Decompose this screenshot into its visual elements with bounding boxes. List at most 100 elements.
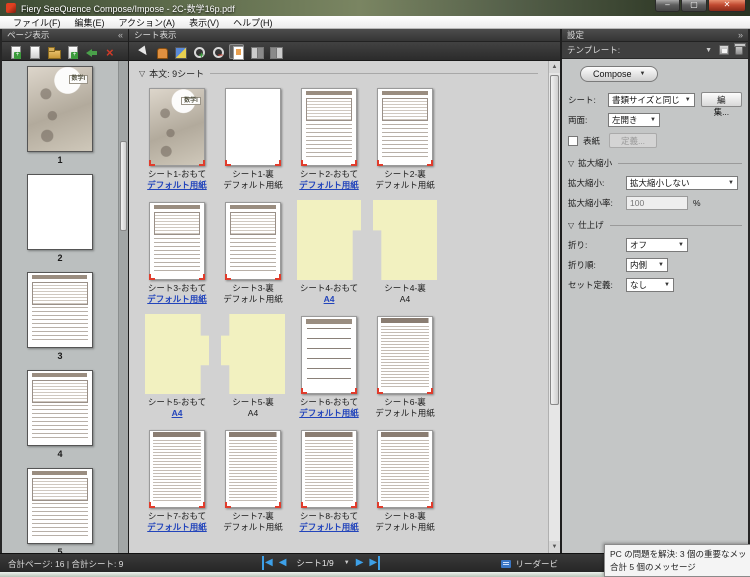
page-thumbnail[interactable] [27, 174, 93, 250]
save-template-icon[interactable] [719, 45, 729, 55]
menu-item[interactable]: アクション(A) [112, 16, 183, 29]
sheet-media-link[interactable]: A4 [324, 294, 335, 305]
sheet-thumbnail-area [291, 200, 367, 280]
sheet-thumbnail[interactable] [149, 430, 205, 508]
sheet-name-label: シート7-裏 [232, 511, 274, 522]
sheet-media-link[interactable]: デフォルト用紙 [299, 180, 359, 191]
sheet-thumbnail[interactable] [301, 316, 357, 394]
scale-select[interactable]: 拡大縮小しない ▼ [626, 176, 738, 190]
delete-page-icon[interactable] [102, 44, 117, 59]
close-button[interactable]: ✕ [708, 0, 746, 12]
page-list-item[interactable]: 5 [27, 468, 93, 553]
page-list-item[interactable]: 2 [27, 174, 93, 263]
page-list-item[interactable]: 3 [27, 272, 93, 361]
section-collapse-icon[interactable]: ▽ [139, 69, 145, 78]
sheet-thumbnail[interactable] [221, 314, 285, 394]
mode-select-button[interactable]: Compose ▼ [580, 66, 658, 82]
set-define-select[interactable]: なし ▼ [626, 278, 674, 292]
measure-tool-icon[interactable] [172, 44, 187, 59]
sheet-thumbnail[interactable] [377, 88, 433, 166]
sheet-media-link[interactable]: デフォルト用紙 [147, 294, 207, 305]
cover-checkbox[interactable] [568, 136, 578, 146]
bleed-corner-icon [149, 160, 155, 166]
app-icon [6, 3, 16, 13]
sheet-scrollbar-thumb[interactable] [550, 75, 559, 405]
zoom-in-tool-icon[interactable] [191, 44, 206, 59]
template-dropdown-icon[interactable]: ▼ [705, 47, 712, 54]
template-label: テンプレート: [567, 44, 620, 56]
fold-order-select[interactable]: 内側 ▼ [626, 258, 668, 272]
layout-front-icon[interactable] [248, 44, 263, 59]
sheet-media-link[interactable]: デフォルト用紙 [147, 522, 207, 533]
move-page-icon[interactable] [83, 44, 98, 59]
sheet-thumbnail[interactable]: 数学I [149, 88, 205, 166]
sheet-media-link[interactable]: デフォルト用紙 [299, 408, 359, 419]
sheet-thumbnail[interactable] [377, 430, 433, 508]
zoom-out-tool-icon[interactable] [210, 44, 225, 59]
sheet-size-select[interactable]: 書類サイズと同じ ▼ [608, 93, 695, 107]
sheet-thumbnail[interactable] [377, 316, 433, 394]
body-section-header[interactable]: ▽ 本文: 9シート [139, 66, 538, 80]
collapse-page-panel-button[interactable]: « [118, 29, 123, 41]
page-list-scrollbar[interactable] [118, 61, 128, 553]
sheet-media-link[interactable]: A4 [172, 408, 183, 419]
sheet-thumbnail[interactable] [145, 314, 209, 394]
bleed-corner-icon [199, 502, 205, 508]
scale-field-label: 拡大縮小: [568, 177, 626, 189]
first-sheet-button[interactable]: ◀ [262, 556, 273, 570]
finish-section-header[interactable]: ▽ 仕上げ [568, 219, 742, 231]
scroll-up-icon[interactable]: ▲ [549, 61, 560, 73]
sheet-thumbnail[interactable] [149, 202, 205, 280]
page-list-item[interactable]: 数学I1 [27, 66, 93, 165]
sheet-thumbnail[interactable] [301, 430, 357, 508]
sheet-thumbnail[interactable] [225, 202, 281, 280]
page-thumbnail[interactable]: 数学I [27, 66, 93, 152]
sheet-scrollbar[interactable]: ▲ ▼ [548, 61, 560, 553]
sheet-thumbnail[interactable] [225, 88, 281, 166]
section-collapse-icon[interactable]: ▽ [568, 159, 574, 168]
notification-popup[interactable]: PC の問題を解決: 3 個の重要なメッセージ 合計 5 個のメッセージ [604, 544, 750, 577]
page-content-view-icon[interactable] [229, 44, 244, 59]
sheet-thumbnail[interactable] [225, 430, 281, 508]
page-thumbnail[interactable] [27, 468, 93, 544]
page-thumbnail[interactable] [27, 272, 93, 348]
menu-item[interactable]: ヘルプ(H) [226, 16, 280, 29]
page-list-item[interactable]: 4 [27, 370, 93, 459]
select-tool-icon[interactable] [134, 44, 149, 59]
duplex-select[interactable]: 左開き ▼ [608, 113, 660, 127]
maximize-button[interactable]: ▢ [681, 0, 707, 12]
previous-sheet-button[interactable]: ◀ [279, 556, 287, 570]
reader-view-control[interactable]: リーダービ [501, 558, 558, 570]
sheet-thumbnail[interactable] [301, 88, 357, 166]
expand-settings-panel-button[interactable]: » [738, 29, 743, 41]
sheet-nav-dropdown-icon[interactable]: ▼ [344, 560, 350, 566]
page-thumbnail[interactable] [27, 370, 93, 446]
fold-order-field-label: 折り順: [568, 259, 626, 271]
minimize-button[interactable]: – [655, 0, 680, 12]
insert-page-icon[interactable] [7, 44, 22, 59]
next-sheet-button[interactable]: ▶ [356, 556, 364, 570]
scroll-down-icon[interactable]: ▼ [549, 541, 560, 553]
page-scrollbar-thumb[interactable] [120, 141, 127, 231]
scale-rate-label: 拡大縮小率: [568, 197, 626, 209]
layout-back-icon[interactable] [267, 44, 282, 59]
bleed-corner-icon [377, 388, 383, 394]
duplicate-page-icon[interactable] [26, 44, 41, 59]
sheet-media-link[interactable]: デフォルト用紙 [147, 180, 207, 191]
section-collapse-icon[interactable]: ▽ [568, 221, 574, 230]
menu-item[interactable]: 編集(E) [68, 16, 112, 29]
menu-item[interactable]: 表示(V) [182, 16, 226, 29]
delete-template-icon[interactable] [735, 45, 743, 55]
last-sheet-button[interactable]: ▶ [369, 556, 380, 570]
sheet-thumbnail[interactable] [297, 200, 361, 280]
scale-section-header[interactable]: ▽ 拡大縮小 [568, 157, 742, 169]
bleed-corner-icon [149, 274, 155, 280]
edit-sheet-button[interactable]: 編集... [701, 92, 742, 107]
pan-tool-icon[interactable] [153, 44, 168, 59]
replace-page-icon[interactable] [64, 44, 79, 59]
sheet-media-link[interactable]: デフォルト用紙 [299, 522, 359, 533]
import-page-icon[interactable] [45, 44, 60, 59]
sheet-thumbnail[interactable] [373, 200, 437, 280]
menu-item[interactable]: ファイル(F) [6, 16, 68, 29]
fold-select[interactable]: オフ ▼ [626, 238, 688, 252]
